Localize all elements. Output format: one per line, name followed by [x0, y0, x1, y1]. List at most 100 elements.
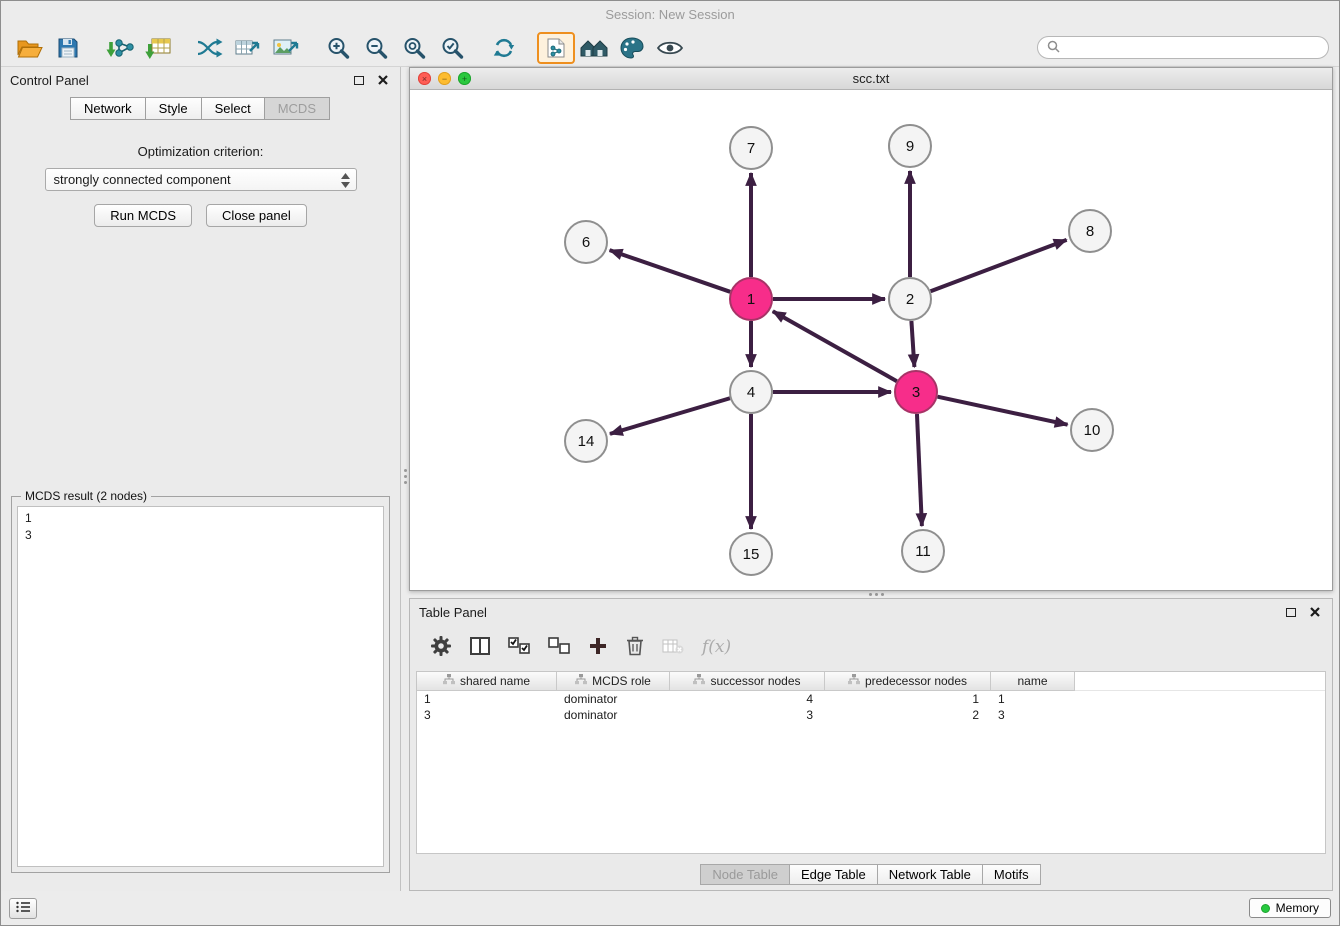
column-label: MCDS role: [592, 674, 651, 688]
graph-node-2[interactable]: 2: [889, 278, 931, 320]
graph-node-label: 2: [906, 291, 914, 308]
export-table-button[interactable]: [229, 32, 267, 64]
home-button[interactable]: [575, 32, 613, 64]
table-panel: Table Panel f(x) shared name MCDS role s…: [409, 598, 1333, 891]
import-network-icon: [106, 37, 134, 59]
graph-node-label: 3: [912, 384, 920, 401]
float-table-panel-button[interactable]: [1283, 604, 1299, 620]
tab-edge-table[interactable]: Edge Table: [789, 864, 878, 885]
column-header-successor-nodes[interactable]: successor nodes: [670, 672, 825, 691]
tab-mcds[interactable]: MCDS: [264, 97, 330, 120]
zoom-fit-button[interactable]: [395, 32, 433, 64]
new-network-button[interactable]: [191, 32, 229, 64]
zoom-selected-button[interactable]: [433, 32, 471, 64]
table-header-row: shared name MCDS role successor nodes pr…: [417, 672, 1325, 691]
graph-node-label: 8: [1086, 223, 1094, 240]
tab-style[interactable]: Style: [145, 97, 202, 120]
graph-node-9[interactable]: 9: [889, 125, 931, 167]
edge-3-11[interactable]: [917, 414, 922, 526]
edge-3-1[interactable]: [773, 311, 897, 381]
table-header-filler: [1075, 672, 1325, 691]
search-box[interactable]: [1037, 36, 1329, 59]
vertical-splitter-handle[interactable]: [401, 459, 409, 493]
import-table-button[interactable]: [139, 32, 177, 64]
graph-node-label: 14: [578, 433, 595, 450]
graph-node-7[interactable]: 7: [730, 127, 772, 169]
column-header-predecessor-nodes[interactable]: predecessor nodes: [825, 672, 991, 691]
close-panel-button[interactable]: [375, 72, 391, 88]
main-toolbar: [1, 29, 1339, 67]
style-button[interactable]: [613, 32, 651, 64]
tree-icon: [443, 674, 455, 688]
show-hide-button[interactable]: [651, 32, 689, 64]
float-icon: [354, 76, 364, 85]
window-close-icon[interactable]: ×: [418, 72, 431, 85]
network-window-titlebar[interactable]: × − + scc.txt: [410, 68, 1332, 90]
table-settings-button[interactable]: [430, 635, 452, 660]
shuffle-arrows-icon: [197, 38, 223, 58]
delete-columns-button[interactable]: [626, 636, 644, 659]
column-header-shared-name[interactable]: shared name: [417, 672, 557, 691]
edge-3-10[interactable]: [938, 397, 1068, 425]
window-minimize-icon[interactable]: −: [438, 72, 451, 85]
column-header-mcds-role[interactable]: MCDS role: [557, 672, 670, 691]
column-header-name[interactable]: name: [991, 672, 1075, 691]
graph-node-11[interactable]: 11: [902, 530, 944, 572]
graph-node-8[interactable]: 8: [1069, 210, 1111, 252]
graph-node-15[interactable]: 15: [730, 533, 772, 575]
horizontal-splitter-handle[interactable]: [859, 591, 893, 598]
plus-icon: [588, 636, 608, 659]
export-image-button[interactable]: [267, 32, 305, 64]
zoom-out-button[interactable]: [357, 32, 395, 64]
list-icon: [16, 901, 31, 916]
cell-mcds-role: dominator: [557, 691, 670, 707]
edge-2-8[interactable]: [931, 240, 1067, 291]
graph-node-4[interactable]: 4: [730, 371, 772, 413]
mcds-result-groupbox: MCDS result (2 nodes) 1 3: [11, 496, 390, 873]
network-canvas[interactable]: 7 9 6 8 1 2 4 3 14 10 15 11: [410, 91, 1332, 590]
tab-network-table[interactable]: Network Table: [877, 864, 983, 885]
open-session-file-button[interactable]: [537, 32, 575, 64]
edge-2-3[interactable]: [911, 321, 914, 367]
tab-select[interactable]: Select: [201, 97, 265, 120]
function-builder-button[interactable]: f(x): [702, 637, 731, 657]
graph-node-1[interactable]: 1: [730, 278, 772, 320]
graph-node-3[interactable]: 3: [895, 371, 937, 413]
table-row[interactable]: 1 dominator 4 1 1: [417, 691, 1325, 707]
show-columns-button[interactable]: [470, 637, 490, 658]
import-network-button[interactable]: [101, 32, 139, 64]
refresh-button[interactable]: [485, 32, 523, 64]
close-table-panel-button[interactable]: [1307, 604, 1323, 620]
memory-status-icon: [1261, 904, 1270, 913]
edge-1-6[interactable]: [610, 250, 731, 292]
graph-node-6[interactable]: 6: [565, 221, 607, 263]
tab-node-table[interactable]: Node Table: [700, 864, 790, 885]
open-folder-button[interactable]: [11, 32, 49, 64]
delete-table-button[interactable]: [662, 637, 684, 658]
select-all-button[interactable]: [508, 637, 530, 658]
mcds-result-title: MCDS result (2 nodes): [21, 489, 151, 503]
window-zoom-icon[interactable]: +: [458, 72, 471, 85]
trash-icon: [626, 636, 644, 659]
tab-network[interactable]: Network: [70, 97, 146, 120]
run-mcds-button[interactable]: Run MCDS: [94, 204, 192, 227]
graph-node-14[interactable]: 14: [565, 420, 607, 462]
task-history-button[interactable]: [9, 898, 37, 919]
graph-node-10[interactable]: 10: [1071, 409, 1113, 451]
mcds-result-text[interactable]: 1 3: [17, 506, 384, 867]
save-session-button[interactable]: [49, 32, 87, 64]
table-row[interactable]: 3 dominator 3 2 3: [417, 707, 1325, 723]
window-titlebar[interactable]: Session: New Session: [1, 1, 1339, 29]
float-panel-button[interactable]: [351, 72, 367, 88]
control-panel: Control Panel Network Style Select MCDS …: [1, 67, 401, 891]
memory-button[interactable]: Memory: [1249, 898, 1331, 918]
unselect-all-button[interactable]: [548, 637, 570, 658]
add-column-button[interactable]: [588, 636, 608, 659]
criterion-select[interactable]: strongly connected component: [45, 168, 357, 191]
edge-4-14[interactable]: [610, 398, 730, 434]
search-input[interactable]: [1066, 41, 1319, 55]
tab-motifs[interactable]: Motifs: [982, 864, 1041, 885]
session-file-icon: [547, 38, 565, 58]
zoom-in-button[interactable]: [319, 32, 357, 64]
close-panel-button-mcds[interactable]: Close panel: [206, 204, 307, 227]
